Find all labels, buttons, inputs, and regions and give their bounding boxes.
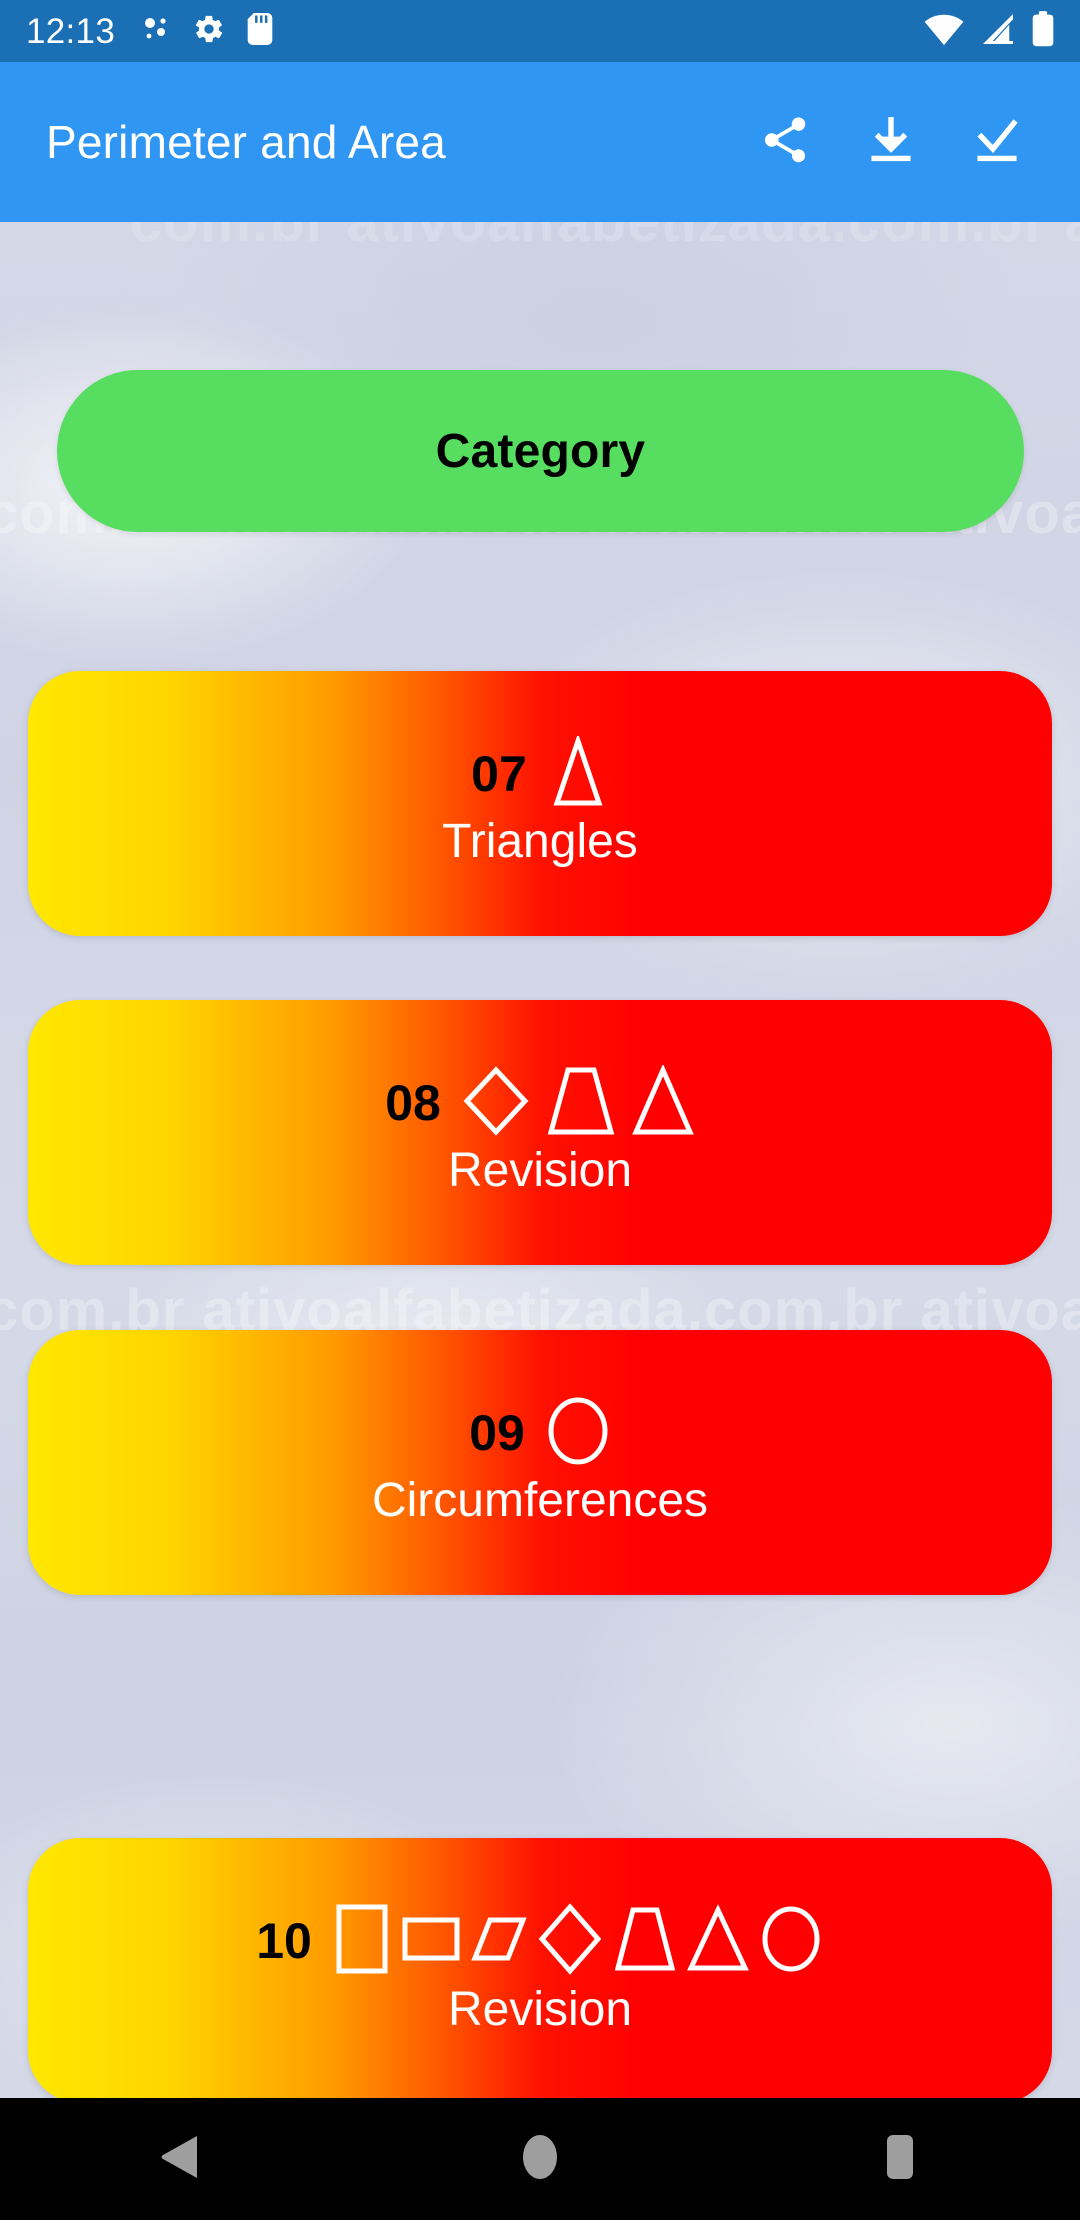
circle-home-icon	[519, 2132, 561, 2187]
lesson-number: 07	[471, 746, 527, 803]
status-left-icons	[141, 12, 273, 50]
lesson-label: Revision	[447, 1143, 633, 1197]
check-icon	[970, 113, 1024, 172]
lesson-list-background: com.br ativoalfabetizada.com.br ativoa c…	[0, 222, 1080, 2098]
lesson-label: Circumferences	[371, 1473, 709, 1527]
page-title: Perimeter and Area	[46, 116, 446, 168]
category-button[interactable]: Category	[57, 370, 1024, 532]
lesson-card-header: 07	[471, 733, 609, 813]
lesson-label: Revision	[447, 1982, 633, 2036]
lesson-list[interactable]: Category 07 Triangles 08 Revision 09 Cir…	[0, 222, 1080, 2098]
back-button[interactable]	[105, 2098, 255, 2220]
gear-icon	[193, 13, 225, 50]
rhombus-icon	[461, 1065, 531, 1142]
download-icon	[864, 113, 918, 172]
trapezoid-icon	[545, 1065, 617, 1142]
triangle-icon	[547, 733, 609, 813]
confirm-button[interactable]	[966, 111, 1028, 173]
wifi-icon	[924, 12, 964, 51]
circle-icon	[758, 1902, 824, 1981]
square-recents-icon	[879, 2132, 921, 2187]
battery-icon	[1032, 10, 1054, 52]
share-button[interactable]	[754, 111, 816, 173]
rhombus-icon	[536, 1902, 604, 1981]
home-button[interactable]	[465, 2098, 615, 2220]
triangle-back-icon	[159, 2134, 201, 2185]
lesson-card-08[interactable]: 08 Revision	[28, 1000, 1052, 1265]
lesson-shape-icons	[461, 1063, 695, 1142]
recents-button[interactable]	[825, 2098, 975, 2220]
lesson-card-content: 08 Revision	[385, 1063, 695, 1197]
app-bar-actions	[754, 111, 1050, 173]
lesson-card-header: 10	[256, 1902, 824, 1981]
status-clock: 12:13	[26, 11, 116, 51]
lesson-card-10[interactable]: 10 Revision	[28, 1838, 1052, 2098]
lesson-card-content: 09 Circumferences	[372, 1395, 708, 1526]
lesson-shape-icons	[545, 1395, 611, 1472]
lesson-label: Triangles	[442, 814, 638, 868]
parallelogram-icon	[470, 1902, 528, 1981]
lesson-card-content: 10 Revision	[256, 1902, 824, 2035]
lesson-card-07[interactable]: 07 Triangles	[28, 671, 1052, 936]
status-bar: 12:13	[0, 0, 1080, 62]
triangle-icon	[631, 1063, 695, 1142]
system-navigation-bar	[0, 2098, 1080, 2220]
circle-icon	[545, 1395, 611, 1472]
status-right-icons	[924, 10, 1054, 52]
share-icon	[758, 113, 812, 172]
lesson-shape-icons	[332, 1902, 824, 1981]
bluetooth-transfer-icon	[141, 14, 171, 49]
square-icon	[332, 1902, 392, 1981]
phone-screen: 12:13 Perimeter and Area ativoa com.br a…	[0, 0, 1080, 2220]
cell-signal-icon	[980, 12, 1016, 51]
lesson-shape-icons	[547, 733, 609, 813]
lesson-card-content: 07 Triangles	[442, 733, 638, 868]
lesson-number: 09	[469, 1405, 525, 1462]
download-button[interactable]	[860, 111, 922, 173]
lesson-card-header: 08	[385, 1063, 695, 1142]
lesson-card-header: 09	[469, 1395, 611, 1472]
triangle-icon	[686, 1902, 750, 1981]
lesson-number: 08	[385, 1075, 441, 1132]
trapezoid-icon	[612, 1902, 678, 1981]
lesson-number: 10	[256, 1913, 312, 1970]
sd-card-icon	[247, 12, 273, 50]
lesson-card-09[interactable]: 09 Circumferences	[28, 1330, 1052, 1595]
category-button-label: Category	[435, 424, 646, 478]
rectangle-icon	[400, 1902, 462, 1981]
app-bar: Perimeter and Area	[0, 62, 1080, 222]
